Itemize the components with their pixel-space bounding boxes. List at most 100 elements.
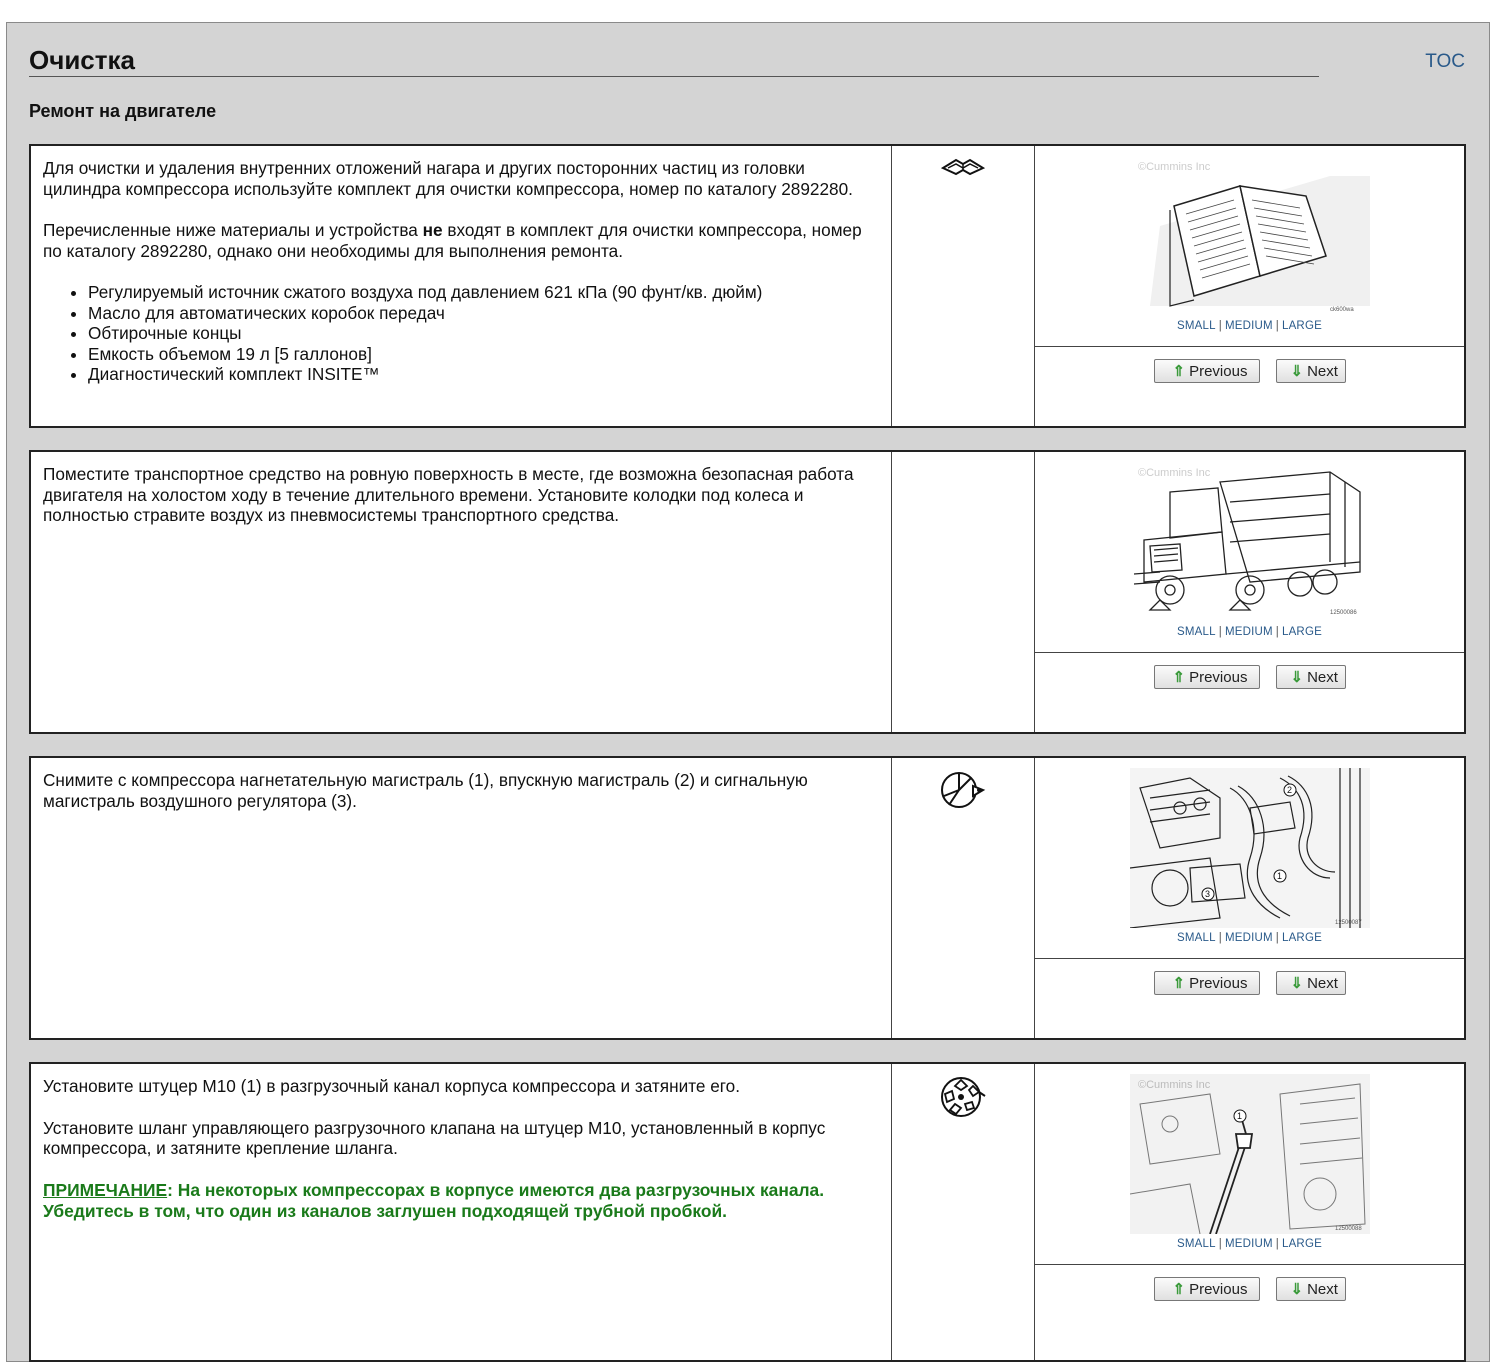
button-label: Previous — [1189, 974, 1248, 992]
step-icon-cell — [892, 1064, 1035, 1360]
next-button[interactable]: ⇓ Next — [1275, 1277, 1346, 1301]
list-item: Диагностический комплект INSITE™ — [88, 364, 879, 385]
button-label: Previous — [1189, 362, 1248, 380]
svg-text:2: 2 — [1287, 785, 1292, 795]
previous-button[interactable]: ⇑ Previous — [1153, 359, 1260, 383]
step-paragraph: Установите штуцер M10 (1) в разгрузочный… — [43, 1076, 740, 1096]
size-small-link[interactable]: SMALL — [1177, 1238, 1216, 1250]
size-medium-link[interactable]: MEDIUM — [1225, 932, 1273, 944]
compressor-lines-illustration[interactable]: 2 1 3 12500087 — [1129, 768, 1370, 928]
svg-text:3: 3 — [1205, 889, 1210, 899]
separator: | — [1275, 932, 1279, 944]
open-catalog-book-illustration[interactable]: ©Cummins Inc ck600wa — [1130, 156, 1370, 316]
media-cell: ©Cummins Inc ck600wa SMALL | MEDIUM | LARGE — [1035, 146, 1464, 426]
step-text: Для очистки и удаления внутренних отложе… — [31, 146, 892, 426]
separator: | — [1218, 1238, 1222, 1250]
figure-code: ck600wa — [1330, 307, 1354, 313]
list-item: Обтирочные концы — [88, 323, 879, 344]
size-large-link[interactable]: LARGE — [1282, 1238, 1322, 1250]
procedure-step-1: Для очистки и удаления внутренних отложе… — [29, 144, 1466, 428]
separator: | — [1275, 626, 1279, 638]
separator: | — [1275, 320, 1279, 332]
procedure-step-4: Установите штуцер M10 (1) в разгрузочный… — [29, 1062, 1466, 1362]
image-nav: ⇑ Previous ⇓ Next — [1035, 959, 1464, 1038]
size-medium-link[interactable]: MEDIUM — [1225, 320, 1273, 332]
note-paragraph: ПРИМЕЧАНИЕ: На некоторых компрессорах в … — [43, 1180, 879, 1222]
svg-text:1: 1 — [1237, 1111, 1242, 1121]
button-label: Next — [1307, 974, 1338, 992]
toc-link[interactable]: TOC — [1425, 51, 1465, 73]
document-frame: Очистка TOC Ремонт на двигателе Для очис… — [6, 22, 1490, 1362]
arrow-down-icon: ⇓ — [1290, 1281, 1304, 1298]
arrow-up-icon: ⇑ — [1172, 669, 1186, 686]
arrow-up-icon: ⇑ — [1172, 1281, 1186, 1298]
size-large-link[interactable]: LARGE — [1282, 626, 1322, 638]
step-text: Установите штуцер M10 (1) в разгрузочный… — [31, 1064, 892, 1360]
illustration-area: ©Cummins Inc — [1035, 1064, 1464, 1265]
note-label: ПРИМЕЧАНИЕ — [43, 1179, 168, 1200]
step-icon-cell — [892, 146, 1035, 426]
media-cell: ©Cummins Inc — [1035, 1064, 1464, 1360]
list-item: Масло для автоматических коробок передач — [88, 303, 879, 324]
size-small-link[interactable]: SMALL — [1177, 932, 1216, 944]
image-nav: ⇑ Previous ⇓ Next — [1035, 653, 1464, 732]
arrow-down-icon: ⇓ — [1290, 975, 1304, 992]
button-label: Previous — [1189, 1280, 1248, 1298]
separator: | — [1218, 320, 1222, 332]
install-part-icon — [939, 1074, 987, 1360]
previous-button[interactable]: ⇑ Previous — [1153, 971, 1260, 995]
size-small-link[interactable]: SMALL — [1177, 320, 1216, 332]
procedure-step-3: Снимите с компрессора нагнетательную маг… — [29, 756, 1466, 1040]
media-cell: 2 1 3 12500087 SMALL | MEDIUM | LARGE ⇑ Previ… — [1035, 758, 1464, 1038]
list-item: Регулируемый источник сжатого воздуха по… — [88, 282, 879, 303]
button-label: Next — [1307, 362, 1338, 380]
image-size-links: SMALL | MEDIUM | LARGE — [1177, 932, 1322, 944]
garbage-truck-illustration[interactable]: ©Cummins Inc 12500086 — [1130, 462, 1370, 622]
next-button[interactable]: ⇓ Next — [1275, 665, 1346, 689]
image-size-links: SMALL | MEDIUM | LARGE — [1177, 320, 1322, 332]
separator: | — [1275, 1238, 1279, 1250]
size-large-link[interactable]: LARGE — [1282, 320, 1322, 332]
previous-button[interactable]: ⇑ Previous — [1153, 1277, 1260, 1301]
button-label: Next — [1307, 1280, 1338, 1298]
page-title: Очистка — [29, 45, 135, 75]
image-size-links: SMALL | MEDIUM | LARGE — [1177, 1238, 1322, 1250]
remove-part-icon — [939, 768, 987, 1038]
figure-code: 12500087 — [1335, 920, 1362, 926]
watermark-text: ©Cummins Inc — [1138, 161, 1211, 173]
figure-code: 12500086 — [1330, 610, 1357, 616]
separator: | — [1218, 626, 1222, 638]
illustration-area: ©Cummins Inc — [1035, 452, 1464, 653]
arrow-down-icon: ⇓ — [1290, 669, 1304, 686]
step-text: Поместите транспортное средство на ровну… — [31, 452, 892, 732]
materials-list: Регулируемый источник сжатого воздуха по… — [43, 282, 879, 385]
image-size-links: SMALL | MEDIUM | LARGE — [1177, 626, 1322, 638]
size-medium-link[interactable]: MEDIUM — [1225, 626, 1273, 638]
previous-button[interactable]: ⇑ Previous — [1153, 665, 1260, 689]
next-button[interactable]: ⇓ Next — [1275, 359, 1346, 383]
svg-text:1: 1 — [1277, 871, 1282, 881]
size-small-link[interactable]: SMALL — [1177, 626, 1216, 638]
separator: | — [1218, 932, 1222, 944]
emphasis-text: не — [422, 220, 443, 240]
step-paragraph: Перечисленные ниже материалы и устройств… — [43, 220, 879, 261]
step-paragraph: Снимите с компрессора нагнетательную маг… — [43, 770, 808, 811]
size-medium-link[interactable]: MEDIUM — [1225, 1238, 1273, 1250]
watermark-text: ©Cummins Inc — [1138, 1079, 1211, 1091]
illustration-area: 2 1 3 12500087 SMALL | MEDIUM | LARGE — [1035, 758, 1464, 959]
manual-book-icon — [940, 156, 986, 426]
watermark-text: ©Cummins Inc — [1138, 467, 1211, 479]
next-button[interactable]: ⇓ Next — [1275, 971, 1346, 995]
step-icon-cell — [892, 452, 1035, 732]
step-icon-cell — [892, 758, 1035, 1038]
media-cell: ©Cummins Inc — [1035, 452, 1464, 732]
arrow-down-icon: ⇓ — [1290, 363, 1304, 380]
title-divider — [29, 76, 1319, 77]
size-large-link[interactable]: LARGE — [1282, 932, 1322, 944]
section-subtitle: Ремонт на двигателе — [29, 101, 217, 121]
step-paragraph: Установите шланг управляющего разгрузочн… — [43, 1117, 826, 1159]
procedure-step-2: Поместите транспортное средство на ровну… — [29, 450, 1466, 734]
list-item: Емкость объемом 19 л [5 галлонов] — [88, 344, 879, 365]
figure-code: 12500088 — [1335, 1226, 1362, 1232]
fitting-installation-illustration[interactable]: ©Cummins Inc 1 12500088 — [1129, 1074, 1370, 1234]
